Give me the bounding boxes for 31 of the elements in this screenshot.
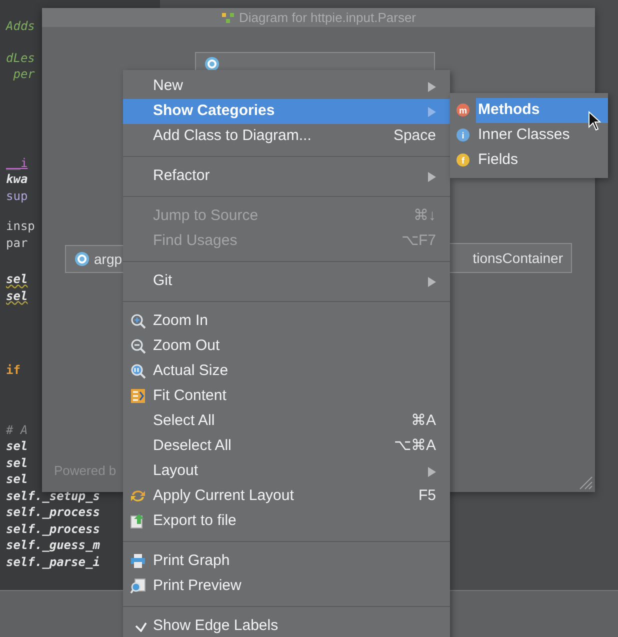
menu-item: Jump to Source ⌘↓ — [123, 204, 450, 229]
code-line: self._guess_m — [6, 537, 100, 554]
category-dot-icon: f — [456, 153, 470, 167]
code-line: self._process — [6, 520, 100, 537]
code-line: sel — [6, 288, 28, 304]
code-line: __i — [6, 154, 28, 171]
code-line: dLes — [6, 50, 35, 66]
code-line: self._process — [6, 504, 100, 520]
shortcut-text: ⌥⌘A — [394, 436, 436, 456]
shortcut-text: ⌘A — [410, 411, 436, 432]
code-line: per — [12, 66, 35, 82]
class-name: tionsContainer — [472, 248, 563, 268]
code-line: # A — [6, 422, 28, 438]
code-line: par — [6, 234, 28, 251]
shortcut-text: Space — [393, 126, 436, 146]
code-line: if — [6, 362, 20, 378]
code-line: sel — [6, 271, 28, 288]
code-line: sel — [6, 471, 28, 488]
class-name: argp — [94, 250, 122, 269]
code-line: insp — [6, 218, 35, 234]
code-line: self._setup_s — [6, 488, 100, 504]
code-line: sel — [6, 438, 28, 454]
category-dot-icon: i — [456, 128, 470, 142]
category-dot-icon: m — [456, 103, 470, 117]
code-line: Adds — [6, 18, 35, 34]
shortcut-text: F5 — [418, 486, 436, 506]
shortcut-text: ⌘↓ — [414, 206, 436, 226]
code-line: sup — [6, 188, 28, 204]
code-line: sel — [6, 454, 28, 471]
code-line: kwa — [6, 171, 28, 188]
code-line: self._parse_i — [6, 554, 100, 570]
